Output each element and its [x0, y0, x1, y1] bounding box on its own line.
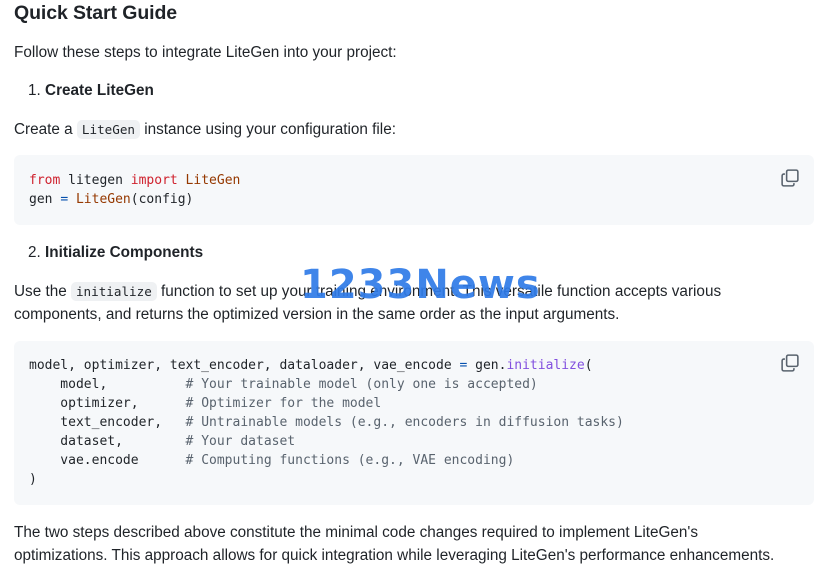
- code-arg: vae.encode: [29, 453, 186, 468]
- step-1-description: Create a LiteGen instance using your con…: [14, 118, 396, 141]
- code-token: initialize: [506, 358, 585, 373]
- code-token: from: [29, 173, 61, 188]
- step-1-text-before: Create a: [14, 121, 73, 138]
- code-arg: text_encoder,: [29, 415, 186, 430]
- step-1-text-after: instance using your configuration file:: [144, 121, 396, 138]
- step-2-title: Initialize Components: [45, 244, 204, 261]
- step-2-text-line-2: components, and returns the optimized ve…: [14, 306, 620, 323]
- code-token: litegen: [60, 173, 131, 188]
- code-token: import: [130, 173, 178, 188]
- code-arg: optimizer,: [29, 396, 186, 411]
- outro-text: The two steps described above constitute…: [14, 521, 824, 567]
- page-title: Quick Start Guide: [14, 2, 178, 24]
- code-initialize-content: model, optimizer, text_encoder, dataload…: [29, 356, 624, 489]
- code-block-initialize: model, optimizer, text_encoder, dataload…: [14, 341, 814, 505]
- intro-text: Follow these steps to integrate LiteGen …: [14, 44, 397, 61]
- code-comment: # Untrainable models (e.g., encoders in …: [185, 415, 624, 430]
- step-2-heading: 2. Initialize Components: [28, 244, 203, 262]
- code-comment: # Computing functions (e.g., VAE encodin…: [185, 453, 515, 468]
- step-2-number: 2.: [28, 244, 41, 261]
- code-token: model, optimizer, text_encoder, dataload…: [29, 358, 460, 373]
- copy-icon[interactable]: [781, 169, 799, 187]
- inline-code-litegen: LiteGen: [76, 120, 140, 139]
- inline-code-initialize: initialize: [70, 282, 157, 301]
- code-arg: dataset,: [29, 434, 186, 449]
- code-create-content: from litegen import LiteGen gen = LiteGe…: [29, 171, 240, 209]
- step-1-heading: 1. Create LiteGen: [28, 82, 154, 100]
- code-token: (config): [130, 192, 194, 207]
- outro-line-2: optimizations. This approach allows for …: [14, 547, 775, 564]
- code-comment: # Your dataset: [185, 434, 296, 449]
- copy-icon[interactable]: [781, 354, 799, 372]
- code-token: LiteGen: [68, 192, 131, 207]
- code-token: LiteGen: [177, 173, 241, 188]
- code-token: gen: [29, 192, 61, 207]
- step-2-text-before: Use the: [14, 283, 67, 300]
- step-1-number: 1.: [28, 82, 41, 99]
- outro-line-1: The two steps described above constitute…: [14, 524, 699, 541]
- step-1-title: Create LiteGen: [45, 82, 154, 99]
- code-comment: # Optimizer for the model: [185, 396, 382, 411]
- watermark-logo: 1233News: [300, 262, 541, 308]
- code-comment: # Your trainable model (only one is acce…: [185, 377, 538, 392]
- code-token: ): [29, 472, 37, 487]
- code-token: =: [60, 192, 69, 207]
- code-block-create: from litegen import LiteGen gen = LiteGe…: [14, 155, 814, 225]
- code-token: gen.: [467, 358, 507, 373]
- code-token: (: [584, 358, 593, 373]
- code-arg: model,: [29, 377, 186, 392]
